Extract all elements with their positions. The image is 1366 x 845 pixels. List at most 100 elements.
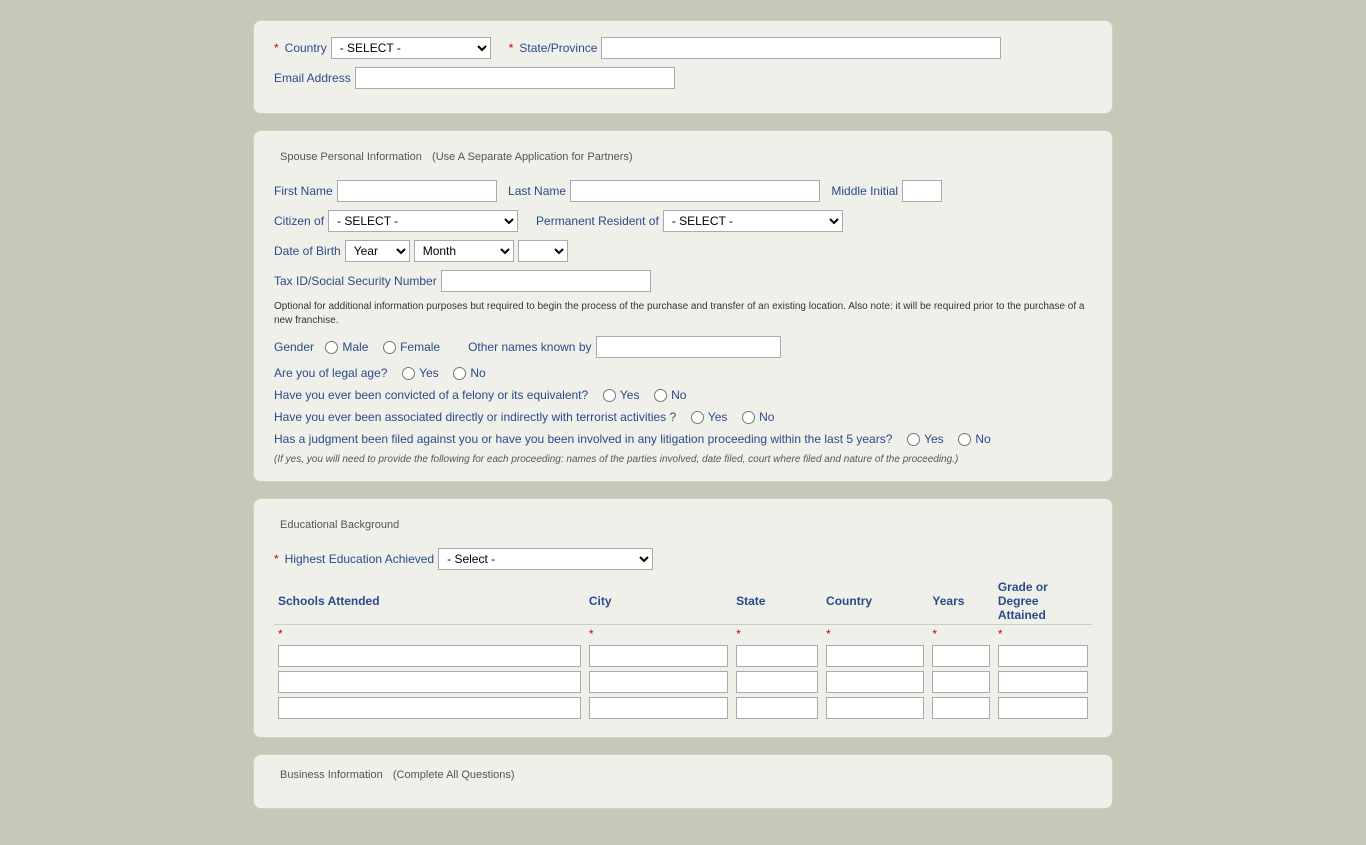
citizen-select[interactable]: - SELECT - United States Canada — [328, 210, 518, 232]
state-label: State/Province — [519, 41, 597, 55]
city-input-1[interactable] — [589, 645, 728, 667]
years-input-3[interactable] — [932, 697, 989, 719]
terrorist-yes-label: Yes — [708, 410, 728, 424]
schools-input-1[interactable] — [278, 645, 581, 667]
felony-yes-radio[interactable] — [603, 389, 616, 402]
first-name-label: First Name — [274, 184, 333, 198]
state-star: * — [736, 627, 741, 641]
grade-cell-1 — [994, 643, 1092, 669]
spouse-title: Spouse Personal Information — [280, 151, 422, 163]
highest-edu-select[interactable]: - Select - High School Some College Asso… — [438, 548, 653, 570]
state-input-3[interactable] — [736, 697, 818, 719]
first-name-input[interactable] — [337, 180, 497, 202]
tax-label: Tax ID/Social Security Number — [274, 274, 437, 288]
schools-input-3[interactable] — [278, 697, 581, 719]
schools-input-2[interactable] — [278, 671, 581, 693]
state-star-cell: * — [732, 625, 822, 644]
city-input-3[interactable] — [589, 697, 728, 719]
middle-initial-input[interactable] — [902, 180, 942, 202]
terrorist-no-label: No — [759, 410, 774, 424]
schools-cell-1 — [274, 643, 585, 669]
felony-no-group: No — [654, 388, 686, 402]
state-input[interactable] — [601, 37, 1001, 59]
highest-edu-label: Highest Education Achieved — [285, 552, 434, 566]
country-input-2[interactable] — [826, 671, 924, 693]
state-input-2[interactable] — [736, 671, 818, 693]
city-cell-2 — [585, 669, 732, 695]
country-cell-1 — [822, 643, 928, 669]
tax-input[interactable] — [441, 270, 651, 292]
spouse-subtitle: (Use A Separate Application for Partners… — [432, 151, 633, 163]
years-input-1[interactable] — [932, 645, 989, 667]
year-select[interactable]: Year 2000 1990 1980 — [345, 240, 410, 262]
name-row: First Name Last Name Middle Initial — [274, 180, 1092, 202]
terrorist-row: Have you ever been associated directly o… — [274, 410, 1092, 424]
litigation-no-radio[interactable] — [958, 433, 971, 446]
legal-age-yes-radio[interactable] — [402, 367, 415, 380]
terrorist-no-radio[interactable] — [742, 411, 755, 424]
felony-no-radio[interactable] — [654, 389, 667, 402]
years-cell-3 — [928, 695, 993, 721]
business-section-header: Business Information (Complete All Quest… — [274, 765, 1092, 786]
grade-cell-3 — [994, 695, 1092, 721]
day-select[interactable] — [518, 240, 568, 262]
last-name-label: Last Name — [508, 184, 566, 198]
education-section: Educational Background * Highest Educati… — [253, 498, 1113, 738]
grade-input-3[interactable] — [998, 697, 1088, 719]
country-state-row: * Country - SELECT - United States Canad… — [274, 37, 1092, 59]
spouse-section: Spouse Personal Information (Use A Separ… — [253, 130, 1113, 482]
month-select[interactable]: Month January February March April May J… — [414, 240, 514, 262]
terrorist-no-group: No — [742, 410, 774, 424]
years-star-cell: * — [928, 625, 993, 644]
country-required-star: * — [274, 41, 279, 55]
email-input[interactable] — [355, 67, 675, 89]
permanent-resident-label: Permanent Resident of — [536, 214, 659, 228]
spouse-section-header: Spouse Personal Information (Use A Separ… — [274, 147, 1092, 168]
citizen-row: Citizen of - SELECT - United States Cana… — [274, 210, 1092, 232]
gender-row: Gender Male Female Other names known by — [274, 336, 1092, 358]
tax-row: Tax ID/Social Security Number — [274, 270, 1092, 292]
terrorist-yes-radio[interactable] — [691, 411, 704, 424]
grade-input-2[interactable] — [998, 671, 1088, 693]
other-names-label: Other names known by — [468, 340, 591, 354]
tax-note: Optional for additional information purp… — [274, 300, 1092, 328]
middle-initial-label: Middle Initial — [831, 184, 898, 198]
legal-yes-group: Yes — [402, 366, 439, 380]
country-input-1[interactable] — [826, 645, 924, 667]
business-subtitle: (Complete All Questions) — [393, 769, 515, 781]
gender-label: Gender — [274, 340, 314, 354]
legal-no-label: No — [470, 366, 485, 380]
grade-cell-2 — [994, 669, 1092, 695]
schools-header: Schools Attended — [274, 578, 585, 625]
state-required-star: * — [509, 41, 514, 55]
table-row — [274, 669, 1092, 695]
table-row — [274, 643, 1092, 669]
table-header-row: Schools Attended City State Country Year… — [274, 578, 1092, 625]
page-wrapper: * Country - SELECT - United States Canad… — [0, 0, 1366, 845]
country-cell-2 — [822, 669, 928, 695]
litigation-no-group: No — [958, 432, 990, 446]
country-input-3[interactable] — [826, 697, 924, 719]
city-input-2[interactable] — [589, 671, 728, 693]
male-radio[interactable] — [325, 341, 338, 354]
schools-star: * — [278, 627, 283, 641]
state-cell-1 — [732, 643, 822, 669]
citizen-label: Citizen of — [274, 214, 324, 228]
permanent-resident-select[interactable]: - SELECT - United States Canada — [663, 210, 843, 232]
table-row — [274, 695, 1092, 721]
years-input-2[interactable] — [932, 671, 989, 693]
litigation-yes-label: Yes — [924, 432, 944, 446]
other-names-input[interactable] — [596, 336, 781, 358]
grade-input-1[interactable] — [998, 645, 1088, 667]
female-radio[interactable] — [383, 341, 396, 354]
last-name-input[interactable] — [570, 180, 820, 202]
litigation-no-label: No — [975, 432, 990, 446]
state-input-1[interactable] — [736, 645, 818, 667]
city-star: * — [589, 627, 594, 641]
country-select[interactable]: - SELECT - United States Canada Mexico — [331, 37, 491, 59]
litigation-yes-radio[interactable] — [907, 433, 920, 446]
legal-age-no-radio[interactable] — [453, 367, 466, 380]
male-label: Male — [342, 340, 368, 354]
country-cell-3 — [822, 695, 928, 721]
litigation-question: Has a judgment been filed against you or… — [274, 432, 892, 446]
